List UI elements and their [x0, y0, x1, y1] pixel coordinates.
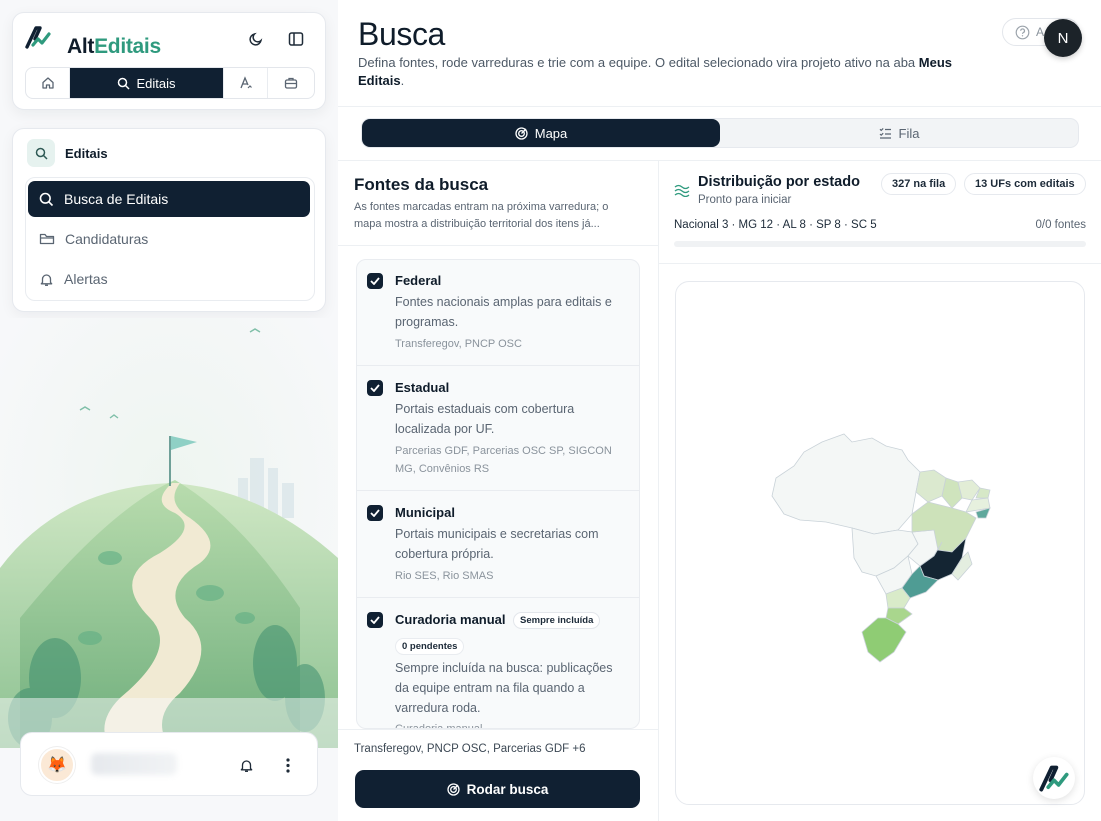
help-icon — [1015, 25, 1030, 39]
map-card — [675, 281, 1085, 805]
source-list: Federal Fontes nacionais amplas para edi… — [356, 259, 640, 729]
check-icon — [370, 277, 380, 285]
floating-logo-button[interactable] — [1033, 757, 1075, 799]
view-tabs: Mapa Fila — [362, 119, 1078, 147]
user-name-blurred — [91, 753, 177, 775]
queue-count-pill: 327 na fila — [881, 173, 957, 195]
brand-card: AltEditais Editais — [12, 12, 326, 110]
source-description: Fontes nacionais amplas para editais e p… — [395, 295, 612, 329]
source-item-municipal[interactable]: Municipal Portais municipais e secretari… — [357, 491, 639, 598]
altEditais-logo[interactable] — [25, 25, 51, 49]
sidebar-item-alertas[interactable]: Alertas — [28, 261, 310, 297]
sidebar-item-busca-de-editais[interactable]: Busca de Editais — [28, 181, 310, 217]
ufs-count-pill: 13 UFs com editais — [964, 173, 1086, 195]
user-avatar[interactable]: 🦊 — [39, 747, 75, 783]
top-nav: Editais — [25, 67, 315, 99]
divider — [338, 245, 658, 246]
search-icon — [118, 77, 131, 90]
bell-icon — [40, 273, 53, 286]
map-region-rs — [861, 617, 907, 663]
source-name: Estadual — [395, 380, 450, 395]
wave-icon — [674, 184, 690, 197]
sidebar-collapse-icon[interactable] — [283, 26, 309, 52]
tab-mapa[interactable]: Mapa — [362, 119, 720, 147]
check-icon — [370, 384, 380, 392]
source-name: Municipal — [395, 505, 455, 520]
source-checkbox[interactable] — [367, 273, 383, 289]
divider — [659, 263, 1101, 264]
more-options-icon[interactable] — [275, 752, 301, 778]
check-icon — [370, 509, 380, 517]
tab-fila[interactable]: Fila — [720, 119, 1078, 147]
altEditais-logo-icon — [1039, 765, 1069, 792]
source-description: Sempre incluída na busca: publicações da… — [395, 661, 613, 715]
sidebar-item-label: Candidaturas — [65, 231, 149, 247]
bell-icon[interactable] — [233, 752, 259, 778]
source-description: Portais estaduais com cobertura localiza… — [395, 402, 575, 436]
landscape-illustration — [0, 318, 338, 748]
search-icon — [39, 192, 54, 206]
sources-count: 0/0 fontes — [1035, 219, 1086, 231]
source-tags: Transferegov, PNCP OSC — [395, 338, 522, 350]
sources-panel: Fontes da busca As fontes marcadas entra… — [338, 161, 658, 821]
map-region-ma — [915, 469, 947, 503]
main-content: Busca Defina fontes, rode varreduras e t… — [338, 0, 1101, 821]
map-region-north — [771, 433, 921, 535]
source-name: Curadoria manual — [395, 612, 506, 627]
source-checkbox[interactable] — [367, 380, 383, 396]
sources-description: As fontes marcadas entram na próxima var… — [354, 201, 609, 230]
home-icon[interactable] — [26, 68, 70, 98]
sidebar: AltEditais Editais Editais Busca de Edit… — [0, 0, 338, 821]
tab-editais[interactable]: Editais — [70, 68, 224, 98]
sidebar-item-label: Busca de Editais — [64, 191, 169, 207]
sidebar-item-candidaturas[interactable]: Candidaturas — [28, 221, 310, 257]
divider — [338, 106, 1101, 107]
source-tags: Curadoria manual — [395, 723, 483, 729]
selected-sources-summary: Transferegov, PNCP OSC, Parcerias GDF +6 — [354, 743, 586, 755]
search-icon — [27, 139, 55, 167]
source-tags: Rio SES, Rio SMAS — [395, 570, 494, 582]
source-item-curadoria-manual[interactable]: Curadoria manual Sempre incluída 0 pende… — [357, 598, 639, 729]
run-search-button[interactable]: Rodar busca — [355, 770, 640, 808]
check-icon — [370, 616, 380, 624]
state-distribution: Nacional 3 · MG 12 · AL 8 · SP 8 · SC 5 — [674, 219, 877, 231]
page-title: Busca — [358, 16, 445, 52]
briefcase-icon[interactable] — [268, 68, 314, 98]
sources-title: Fontes da busca — [354, 175, 489, 194]
user-menu-avatar[interactable]: N — [1044, 19, 1082, 57]
checklist-icon — [879, 127, 891, 139]
target-icon — [446, 782, 460, 796]
divider — [338, 729, 658, 730]
source-name: Federal — [395, 273, 442, 288]
source-checkbox[interactable] — [367, 612, 383, 628]
source-item-federal[interactable]: Federal Fontes nacionais amplas para edi… — [357, 260, 639, 366]
source-checkbox[interactable] — [367, 505, 383, 521]
nav-section-header: Editais — [27, 139, 108, 167]
brand-name: AltEditais — [67, 35, 161, 58]
map-title: Distribuição por estado — [698, 174, 860, 190]
map-panel: Distribuição por estado Pronto para inic… — [659, 161, 1101, 821]
sidebar-item-label: Alertas — [64, 271, 108, 287]
progress-bar — [674, 241, 1086, 247]
source-item-estadual[interactable]: Estadual Portais estaduais com cobertura… — [357, 366, 639, 491]
pending-badge: 0 pendentes — [395, 638, 465, 655]
text-tool-icon[interactable] — [224, 68, 268, 98]
map-status: Pronto para iniciar — [698, 194, 792, 206]
target-icon — [515, 126, 528, 140]
user-card[interactable]: 🦊 — [20, 732, 318, 796]
source-tags: Parcerias GDF, Parcerias OSC SP, SIGCON … — [395, 445, 612, 475]
tab-editais-label: Editais — [136, 75, 176, 91]
folder-icon — [39, 233, 55, 245]
always-included-badge: Sempre incluída — [513, 612, 601, 629]
theme-toggle-icon[interactable] — [243, 26, 269, 52]
source-description: Portais municipais e secretarias com cob… — [395, 527, 599, 561]
nav-card: Editais Busca de Editais Candidaturas Al… — [12, 128, 326, 312]
brazil-choropleth-map[interactable] — [676, 282, 1086, 806]
page-subtitle: Defina fontes, rode varreduras e trie co… — [358, 55, 953, 88]
nav-section-label: Editais — [65, 145, 108, 161]
